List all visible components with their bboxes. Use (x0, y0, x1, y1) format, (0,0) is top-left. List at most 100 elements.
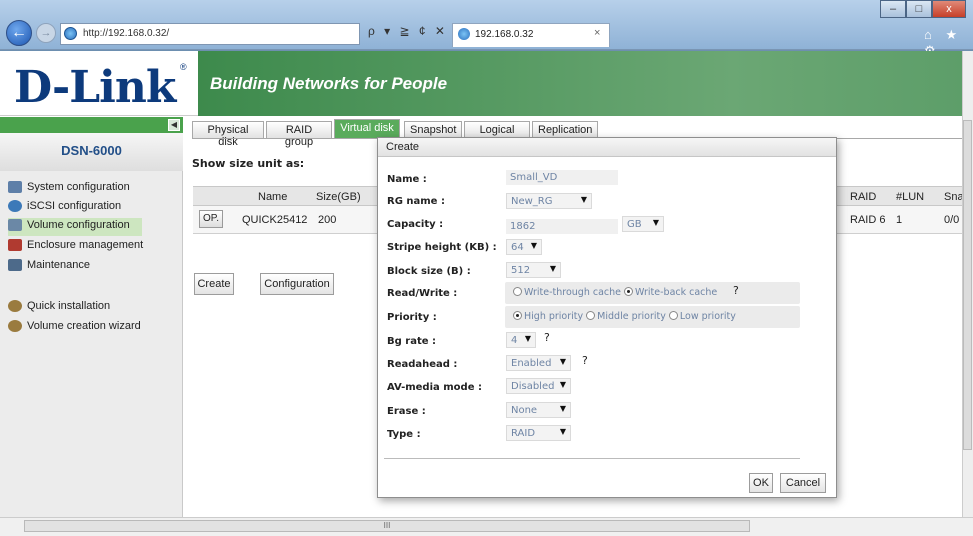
block-size-label: Block size (B) : (387, 266, 471, 277)
configuration-button[interactable]: Configuration (260, 273, 334, 295)
help-icon[interactable]: ? (582, 354, 588, 367)
write-through-radio[interactable] (513, 287, 522, 296)
erase-label: Erase : (387, 406, 426, 417)
rg-name-select[interactable]: New_RG ▼ (506, 193, 592, 209)
av-media-select[interactable]: Disabled ▼ (506, 378, 571, 394)
stripe-height-select[interactable]: 64 ▼ (506, 239, 542, 255)
priority-label: Priority : (387, 312, 437, 323)
rg-name-label: RG name : (387, 196, 445, 207)
name-input[interactable]: Small_VD (506, 170, 618, 185)
sidebar-item-maintenance[interactable]: Maintenance (8, 258, 90, 276)
dropdown-arrow-icon: ▼ (549, 264, 556, 273)
minimize-icon[interactable]: – (880, 0, 906, 18)
erase-value: None (511, 405, 538, 416)
type-label: Type : (387, 429, 421, 440)
readahead-select[interactable]: Enabled ▼ (506, 355, 571, 371)
write-back-radio[interactable] (624, 287, 634, 296)
cell-size: 200 (318, 214, 337, 226)
dropdown-arrow-icon: ▼ (580, 195, 587, 204)
device-model: DSN-6000 (0, 133, 183, 171)
dropdown-arrow-icon: ▼ (559, 380, 566, 389)
bg-rate-value: 4 (511, 335, 518, 346)
tab-physical-disk[interactable]: Physical disk (192, 121, 264, 148)
op-button[interactable]: OP. (199, 210, 223, 228)
sidebar-item-label: Quick installation (27, 300, 111, 312)
block-size-select[interactable]: 512 ▼ (506, 262, 561, 278)
middle-priority-radio[interactable] (586, 311, 596, 320)
readahead-label: Readahead : (387, 359, 458, 370)
type-select[interactable]: RAID ▼ (506, 425, 571, 441)
bg-rate-select[interactable]: 4 ▼ (506, 332, 536, 348)
system-config-icon (8, 181, 22, 193)
sidebar-item-quick-installation[interactable]: Quick installation (8, 299, 110, 317)
back-arrow-icon[interactable]: ← (6, 20, 32, 46)
dialog-title: Create (378, 138, 836, 157)
vertical-scroll-thumb[interactable] (963, 120, 972, 450)
sidebar-item-system-configuration[interactable]: System configuration (8, 180, 130, 198)
capacity-unit-select[interactable]: GB ▼ (622, 216, 664, 232)
col-size: Size(GB) (316, 191, 361, 203)
address-tools[interactable]: ρ ▾ ≧ ¢ ✕ (368, 24, 448, 44)
maintenance-icon (8, 259, 22, 271)
sidebar-item-label: Enclosure management (27, 239, 144, 251)
tab-logical-unit[interactable]: Logical unit (464, 121, 530, 148)
quick-install-icon (8, 300, 22, 312)
collapse-arrow-icon[interactable]: ◀ (168, 119, 180, 131)
erase-select[interactable]: None ▼ (506, 402, 571, 418)
help-icon[interactable]: ? (733, 284, 739, 297)
capacity-label: Capacity : (387, 219, 444, 230)
low-priority-radio[interactable] (668, 311, 678, 320)
sidebar-item-label: Volume creation wizard (27, 320, 141, 332)
iscsi-globe-icon (8, 200, 22, 212)
sidebar-item-iscsi-configuration[interactable]: iSCSI configuration (8, 199, 121, 217)
priority-options: High priority Middle priority Low priori… (505, 306, 800, 328)
sidebar-item-volume-configuration[interactable]: Volume configuration (8, 218, 142, 236)
show-size-unit-label: Show size unit as: (192, 157, 305, 170)
capacity-input[interactable]: 1862 (506, 219, 618, 234)
sidebar-item-label: Volume configuration (27, 219, 130, 231)
high-priority-radio[interactable] (513, 311, 522, 320)
volume-icon (8, 219, 22, 231)
ok-button[interactable]: OK (749, 473, 773, 493)
dropdown-arrow-icon: ▼ (559, 357, 566, 366)
ie-page-icon (64, 27, 77, 40)
tab-snapshot[interactable]: Snapshot (404, 121, 462, 138)
forward-arrow-icon[interactable]: → (36, 23, 56, 43)
browser-tab[interactable]: 192.168.0.32 (452, 23, 610, 47)
help-icon[interactable]: ? (544, 331, 550, 344)
create-button[interactable]: Create (194, 273, 234, 295)
dlink-logo: D-Link (14, 62, 176, 113)
dropdown-arrow-icon: ▼ (524, 334, 531, 343)
cell-lun: 1 (896, 214, 903, 226)
capacity-unit-value: GB (627, 219, 642, 230)
dropdown-arrow-icon: ▼ (559, 404, 566, 413)
address-bar[interactable]: http://192.168.0.32/ (60, 23, 360, 45)
enclosure-icon (8, 239, 22, 251)
col-name: Name (258, 191, 288, 203)
cancel-button[interactable]: Cancel (780, 473, 826, 493)
col-snap: Sna (944, 191, 964, 203)
tab-raid-group[interactable]: RAID group (266, 121, 332, 148)
type-value: RAID (511, 428, 536, 439)
col-lun: #LUN (896, 191, 925, 203)
registered-mark: ® (180, 62, 187, 72)
dropdown-arrow-icon: ▼ (652, 218, 659, 227)
wizard-icon (8, 320, 22, 332)
sidebar-header-bar (0, 117, 183, 133)
sidebar-item-enclosure-management[interactable]: Enclosure management (8, 238, 143, 256)
stripe-height-label: Stripe height (KB) : (387, 242, 497, 253)
tab-virtual-disk[interactable]: Virtual disk (334, 119, 400, 138)
sidebar-item-label: Maintenance (27, 259, 90, 271)
maximize-icon[interactable]: □ (906, 0, 932, 18)
readahead-value: Enabled (511, 358, 552, 369)
col-raid: RAID (850, 191, 877, 203)
tab-replication[interactable]: Replication (532, 121, 598, 138)
tab-close-icon[interactable]: × (594, 27, 600, 39)
tab-ie-icon (458, 28, 470, 40)
block-size-value: 512 (511, 265, 531, 276)
sidebar-item-volume-creation-wizard[interactable]: Volume creation wizard (8, 319, 141, 337)
horizontal-scroll-thumb[interactable]: III (24, 520, 750, 532)
av-media-value: Disabled (511, 381, 555, 392)
close-icon[interactable]: x (932, 0, 966, 18)
av-media-label: AV-media mode : (387, 382, 482, 393)
